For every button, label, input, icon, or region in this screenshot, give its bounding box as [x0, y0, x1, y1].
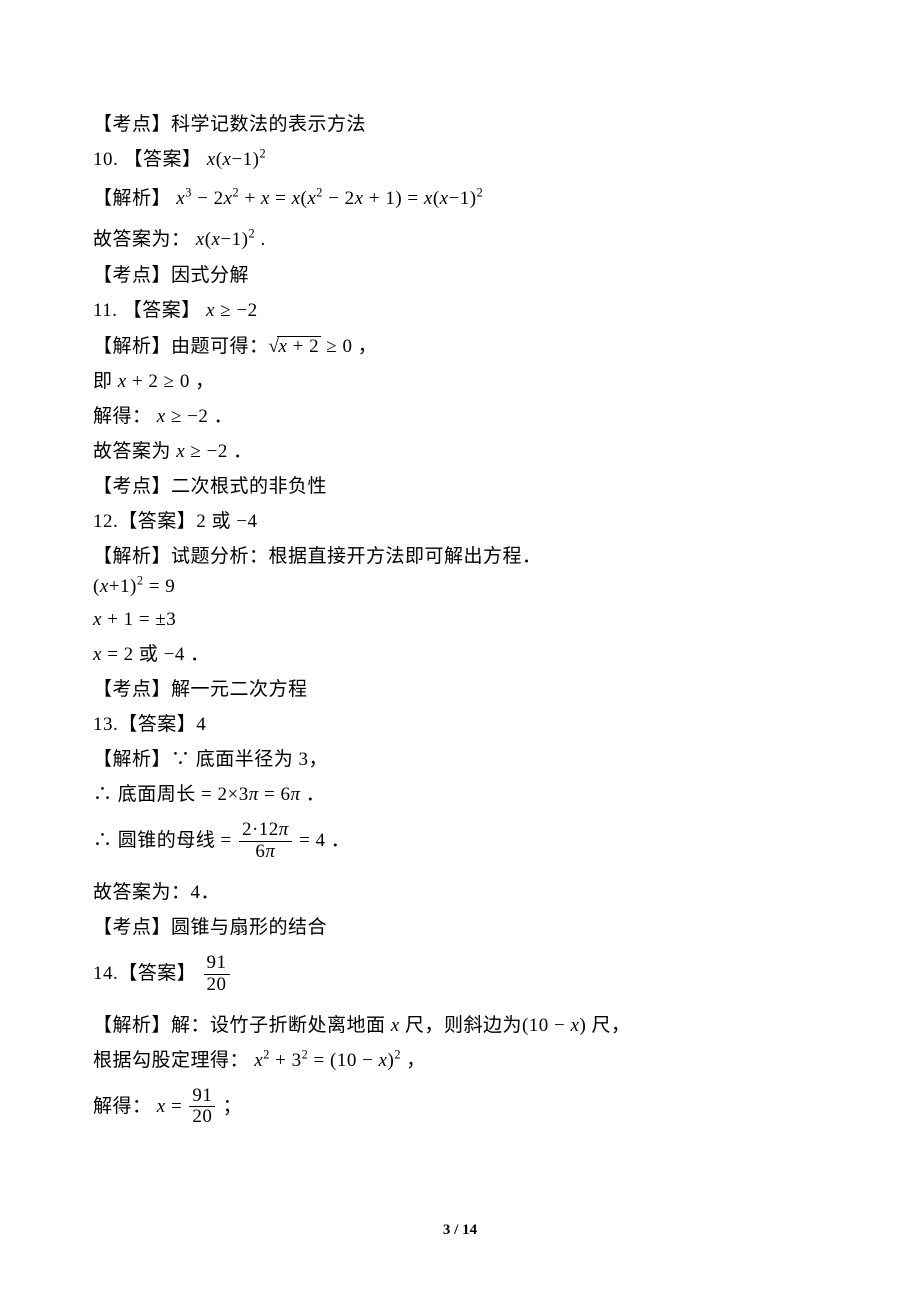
conclusion-line-11: 故答案为 x ≥ −2 ． [93, 442, 920, 461]
conclusion-line-10: 故答案为： x(x−1)2 . [93, 230, 920, 249]
punct: ． [228, 441, 253, 462]
text: 【解析】试题分析：根据直接开方法即可解出方程． [93, 546, 542, 567]
text: 【解析】∵ 底面半径为 3， [93, 749, 328, 770]
label: 12.【答案】 [93, 511, 196, 532]
label: 【解析】解：设竹子折断处离地面 [93, 1015, 391, 1036]
text: 【考点】因式分解 [93, 265, 249, 286]
sqrt-icon: √x + 2 [269, 336, 322, 356]
text: 【考点】科学记数法的表示方法 [93, 114, 366, 135]
label: 解得： [93, 1095, 157, 1116]
label: 据勾股定理得： [113, 1050, 255, 1071]
math-expr: x ≥ −2 [176, 441, 228, 462]
text: 【考点】二次根式的非负性 [93, 476, 327, 497]
analysis-line-11: 【解析】由题可得：√x + 2 ≥ 0 ， [93, 336, 920, 356]
text: 【考点】圆锥与扇形的结合 [93, 917, 327, 938]
math-expr: x = 2 [93, 644, 134, 665]
fraction: 9120 [189, 1086, 215, 1129]
text-line: 【考点】科学记数法的表示方法 [93, 115, 920, 134]
punct: ． [300, 784, 325, 805]
math-expr: ≥ 0 ， [321, 336, 377, 357]
math-expr: x ≥ −2 [157, 406, 209, 427]
result-line: 解得： x ≥ −2 ． [93, 407, 920, 426]
text: 13.【答案】4 [93, 714, 206, 735]
text: 尺，则斜边为 [400, 1015, 522, 1036]
answer-line-10: 10. 【答案】 x(x−1)2 [93, 150, 920, 169]
label: 14.【答案】 [93, 963, 202, 984]
result-line: x = 2 或 −4 ． [93, 645, 920, 664]
math-var: x [157, 1095, 166, 1116]
punct: ； [217, 1095, 242, 1116]
math-expr: x ≥ −2 [206, 300, 258, 321]
fraction: 9120 [204, 953, 230, 996]
math-expr: = 4 ． [294, 830, 350, 851]
label: 故答案为 [93, 441, 176, 462]
math-expr: (x+1)2 = 9 [93, 576, 175, 597]
math-var: x [391, 1015, 400, 1036]
step-line: ∴ 底面周长 = 2×3π = 6π ． [93, 785, 920, 804]
punct: ， [401, 1050, 426, 1071]
label: 【解析】由题可得： [93, 336, 269, 357]
step-line: 根据勾股定理得： x2 + 32 = (10 − x)2 ， [93, 1051, 920, 1070]
document-page: 【考点】科学记数法的表示方法 10. 【答案】 x(x−1)2 【解析】 x3 … [0, 0, 920, 1302]
punct: ， [190, 371, 215, 392]
answer-line-12: 12.【答案】2 或 −4 [93, 512, 920, 531]
label: 故答案为： [93, 229, 196, 250]
math-expr: x + 1 = ±3 [93, 609, 176, 630]
fraction: 2·12π6π [239, 820, 292, 863]
answer-line-11: 11. 【答案】 x ≥ −2 [93, 301, 920, 320]
topic-line: 【考点】二次根式的非负性 [93, 477, 920, 496]
answer-line-13: 13.【答案】4 [93, 715, 920, 734]
topic-line: 【考点】解一元二次方程 [93, 680, 920, 699]
label: 【解析】 [93, 188, 176, 209]
math-expr: x + 2 ≥ 0 [118, 371, 190, 392]
equation-line: (x+1)2 = 9 [93, 577, 920, 596]
text: 【考点】解一元二次方程 [93, 679, 308, 700]
topic-line: 【考点】圆锥与扇形的结合 [93, 918, 920, 937]
punct: ． [208, 406, 233, 427]
math-expr: x(x−1)2 [207, 149, 266, 170]
math-expr: −4 [164, 644, 185, 665]
footer-text: 3 / 14 [443, 1222, 477, 1238]
punct: ． [185, 644, 210, 665]
result-line: 解得： x = 9120 ； [93, 1086, 920, 1129]
label: ∴ 底面周长 [93, 784, 196, 805]
analysis-line-13: 【解析】∵ 底面半径为 3， [93, 750, 920, 769]
math-expr: x3 − 2x2 + x = x(x2 − 2x + 1) = x(x−1)2 [176, 188, 483, 209]
page-number: 3 / 14 [0, 1222, 920, 1239]
label: 即 [93, 371, 118, 392]
math-expr: (10 − x) [522, 1015, 586, 1036]
topic-line: 【考点】因式分解 [93, 266, 920, 285]
label: 11. 【答案】 [93, 300, 206, 321]
label: ∴ 圆锥的母线 = [93, 830, 237, 851]
math-expr: x2 + 32 = (10 − x)2 [254, 1050, 401, 1071]
math-expr: = 2×3π = 6π [196, 784, 301, 805]
equation-line: x + 1 = ±3 [93, 610, 920, 629]
step-line: 即 x + 2 ≥ 0 ， [93, 372, 920, 391]
punct: . [255, 229, 266, 250]
text: 尺， [586, 1015, 630, 1036]
label: 10. 【答案】 [93, 149, 207, 170]
text: 故答案为：4． [93, 882, 220, 903]
analysis-line-10: 【解析】 x3 − 2x2 + x = x(x2 − 2x + 1) = x(x… [93, 189, 920, 208]
label: 解得： [93, 406, 157, 427]
step-line: ∴ 圆锥的母线 = 2·12π6π = 4 ． [93, 820, 920, 863]
math-expr: 2 或 −4 [196, 511, 257, 532]
math-expr: x(x−1)2 [196, 229, 255, 250]
analysis-line-14: 【解析】解：设竹子折断处离地面 x 尺，则斜边为(10 − x) 尺， [93, 1016, 920, 1035]
answer-line-14: 14.【答案】 9120 [93, 953, 920, 996]
analysis-line-12: 【解析】试题分析：根据直接开方法即可解出方程． [93, 547, 920, 566]
conclusion-line-13: 故答案为：4． [93, 883, 920, 902]
